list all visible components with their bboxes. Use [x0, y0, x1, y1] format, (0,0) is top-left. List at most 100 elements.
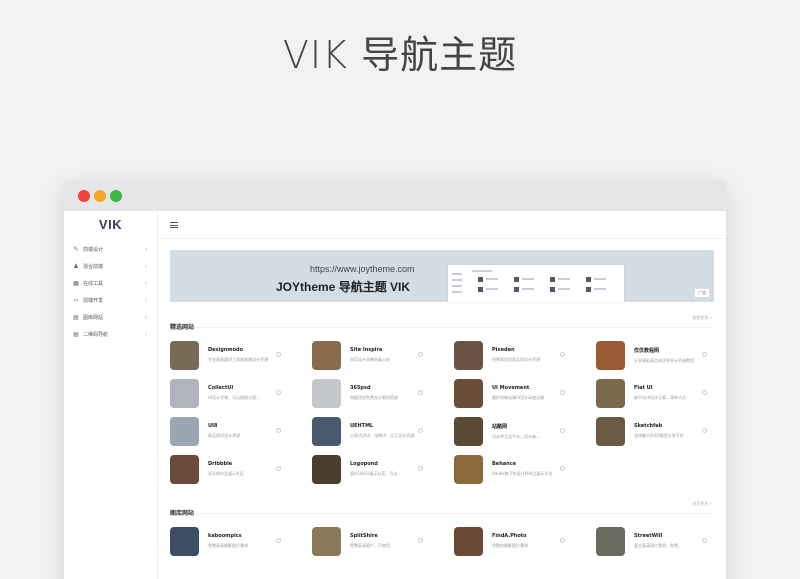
sidebar: VIK ✎ 前端设计 › ♟ 混合前端 › ▦ 在线工具 › ‹› 前端开发 › ▤ 图库网站 › ▤ 二维码导… — [64, 211, 158, 579]
section-title: 图库网站 — [170, 510, 195, 517]
window-titlebar — [64, 181, 726, 211]
site-name: Dribbble — [208, 461, 233, 467]
close-window-button[interactable] — [78, 190, 90, 202]
site-info: 站酷网 设计师互动平台，设计者... — [492, 423, 558, 440]
site-info: Designmodo 专业高质量UI工具和前端设计资源 — [208, 347, 274, 363]
chevron-right-icon: › — [144, 297, 147, 304]
site-name: Logopond — [350, 461, 378, 467]
site-name: StreetWill — [634, 533, 663, 539]
banner-screenshot-image — [448, 265, 624, 302]
site-card[interactable]: UI Movement 最好的移动端UI设计动效灵感 — [454, 374, 596, 412]
site-detail-icon[interactable] — [560, 352, 565, 357]
banner-url: https://www.joytheme.com — [310, 264, 415, 274]
site-description: 免费高清摄影图片素材 — [208, 543, 248, 548]
site-detail-icon[interactable] — [276, 466, 281, 471]
site-detail-icon[interactable] — [276, 352, 281, 357]
site-card[interactable]: Sketchfab 全球最大的3D模型分享平台 — [596, 412, 726, 450]
site-name: kaboompics — [208, 533, 242, 539]
sidebar-item[interactable]: ▦ 在线工具 › — [64, 275, 157, 292]
site-description: 复古高清图片素材，免费... — [634, 543, 682, 548]
site-detail-icon[interactable] — [560, 466, 565, 471]
site-card[interactable]: Behance Adobe旗下的设计师作品展示平台 — [454, 450, 596, 488]
site-logo[interactable]: VIK — [64, 211, 157, 239]
site-info: StreetWill 复古高清图片素材，免费... — [634, 533, 700, 549]
site-info: Flat UI 扁平化UI设计元素，简单大方... — [634, 385, 700, 401]
site-thumbnail — [312, 526, 341, 556]
site-detail-icon[interactable] — [560, 428, 565, 433]
site-detail-icon[interactable] — [418, 428, 423, 433]
site-card[interactable]: Designmodo 专业高质量UI工具和前端设计资源 — [170, 336, 312, 374]
site-detail-icon[interactable] — [702, 390, 707, 395]
sidebar-item[interactable]: ✎ 前端设计 › — [64, 241, 157, 258]
ad-banner[interactable]: https://www.joytheme.com JOYtheme 导航主题 V… — [170, 250, 714, 302]
sidebar-item[interactable]: ‹› 前端开发 › — [64, 292, 157, 309]
sidebar-nav: ✎ 前端设计 › ♟ 混合前端 › ▦ 在线工具 › ‹› 前端开发 › ▤ 图库网站 › ▤ 二维码导航 › — [64, 241, 157, 343]
site-detail-icon[interactable] — [418, 390, 423, 395]
maximize-window-button[interactable] — [110, 190, 122, 202]
section-more-link[interactable]: 查看更多 » — [692, 315, 712, 321]
site-card[interactable]: UEHTML 分享优质UI、电商UI、交互设计资源... — [312, 412, 454, 450]
site-name: 优优教程网 — [634, 347, 660, 354]
site-name: FindA.Photo — [492, 533, 527, 539]
section-header: 图库网站 查看更多 » — [170, 500, 714, 517]
site-section: 图库网站 查看更多 » kaboompics 免费高清摄影图片素材 SplitShire… — [170, 500, 714, 560]
minimize-window-button[interactable] — [94, 190, 106, 202]
hamburger-menu-icon[interactable] — [170, 222, 178, 228]
site-detail-icon[interactable] — [418, 466, 423, 471]
site-card[interactable]: Site Inspire 网页设计灵感的展示站 — [312, 336, 454, 374]
site-card[interactable]: FindA.Photo 免费的摄影图片素材 — [454, 522, 596, 560]
site-card[interactable]: CollectUI UI设计灵感，可以按照分类... — [170, 374, 312, 412]
site-card[interactable]: UI8 高品质UI设计资源 — [170, 412, 312, 450]
site-detail-icon[interactable] — [276, 390, 281, 395]
site-thumbnail — [312, 340, 341, 370]
site-detail-icon[interactable] — [418, 352, 423, 357]
site-card[interactable]: 站酷网 设计师互动平台，设计者... — [454, 412, 596, 450]
chevron-right-icon: › — [144, 246, 147, 253]
site-card[interactable]: kaboompics 免费高清摄影图片素材 — [170, 522, 312, 560]
site-thumbnail — [596, 378, 625, 408]
site-description: 国外LOGO展示社区，可以... — [350, 471, 402, 476]
site-card[interactable]: 365psd 海量优质免费设计素材资源 — [312, 374, 454, 412]
site-description: 分享精彩高品质优秀设计资源教程 — [634, 357, 694, 363]
site-thumbnail — [596, 340, 625, 370]
site-description: 免费的摄影图片素材 — [492, 543, 528, 548]
site-thumbnail — [454, 378, 483, 408]
site-info: FindA.Photo 免费的摄影图片素材 — [492, 533, 558, 549]
site-description: 高品质UI设计资源 — [208, 433, 241, 438]
site-thumbnail — [454, 454, 483, 484]
site-card[interactable]: Flat UI 扁平化UI设计元素，简单大方... — [596, 374, 726, 412]
site-card[interactable]: 优优教程网分享精彩高品质优秀设计资源教程 — [596, 336, 726, 374]
site-detail-icon[interactable] — [702, 538, 707, 543]
site-detail-icon[interactable] — [702, 428, 707, 433]
site-detail-icon[interactable] — [560, 538, 565, 543]
site-card[interactable]: SplitShire 免费高清图片，可商用... — [312, 522, 454, 560]
site-card[interactable]: Pixeden 免费和优质高品质设计资源 — [454, 336, 596, 374]
site-info: Behance Adobe旗下的设计师作品展示平台 — [492, 461, 558, 477]
site-card-grid: Designmodo 专业高质量UI工具和前端设计资源 Site Inspire 网页… — [170, 336, 714, 488]
site-card[interactable]: Dribbble 设计师作品展示社区 — [170, 450, 312, 488]
bell-icon: ♟ — [73, 263, 79, 270]
sidebar-item[interactable]: ▤ 图库网站 › — [64, 309, 157, 326]
site-thumbnail — [454, 526, 483, 556]
site-description: 海量优质免费设计素材资源 — [350, 395, 398, 400]
site-detail-icon[interactable] — [560, 390, 565, 395]
site-description: 最好的移动端UI设计动效灵感 — [492, 395, 545, 400]
site-detail-icon[interactable] — [276, 538, 281, 543]
site-thumbnail — [170, 526, 199, 556]
site-name: Pixeden — [492, 347, 515, 353]
site-detail-icon[interactable] — [276, 428, 281, 433]
site-thumbnail — [454, 340, 483, 370]
site-info: UI Movement 最好的移动端UI设计动效灵感 — [492, 385, 558, 401]
site-detail-icon[interactable] — [702, 352, 707, 357]
site-section: 精选网站 查看更多 » Designmodo 专业高质量UI工具和前端设计资源 Site… — [170, 314, 714, 488]
site-card[interactable]: Logopond 国外LOGO展示社区，可以... — [312, 450, 454, 488]
site-info: UEHTML 分享优质UI、电商UI、交互设计资源... — [350, 423, 416, 439]
section-more-link[interactable]: 查看更多 » — [692, 501, 712, 507]
site-card[interactable]: StreetWill 复古高清图片素材，免费... — [596, 522, 726, 560]
sidebar-item[interactable]: ♟ 混合前端 › — [64, 258, 157, 275]
site-name: UI Movement — [492, 385, 530, 391]
site-name: 站酷网 — [492, 423, 508, 430]
sidebar-item[interactable]: ▤ 二维码导航 › — [64, 326, 157, 343]
site-info: Logopond 国外LOGO展示社区，可以... — [350, 461, 416, 477]
site-detail-icon[interactable] — [418, 538, 423, 543]
